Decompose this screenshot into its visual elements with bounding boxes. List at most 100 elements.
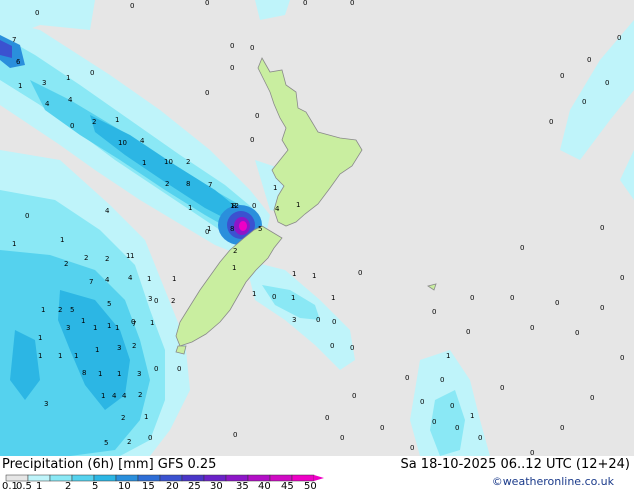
credit-link[interactable]: ©weatheronline.co.uk [492, 475, 614, 488]
precip-value: 1 [144, 413, 148, 421]
precip-value: 1 [41, 306, 45, 314]
precip-value: 1 [58, 352, 62, 360]
precip-value: 10 [164, 158, 173, 166]
precip-value: 8 [230, 225, 234, 233]
precip-value: 0 [230, 64, 234, 72]
precip-value: 1 [292, 270, 296, 278]
precip-value: 4 [128, 274, 133, 282]
precip-value: 8 [186, 180, 190, 188]
legend-label: 25 [188, 481, 201, 492]
legend-label: 40 [258, 481, 271, 492]
precip-value: 5 [70, 306, 74, 314]
precip-value: 0 [230, 42, 234, 50]
precip-value: 2 [105, 255, 109, 263]
precip-value: 0 [303, 0, 307, 7]
precip-value: 0 [410, 444, 414, 452]
precip-value: 0 [560, 424, 564, 432]
precip-value: 0 [205, 228, 209, 236]
precip-value: 2 [186, 158, 190, 166]
precip-value: 1 [60, 236, 64, 244]
precip-value: 2 [92, 118, 96, 126]
legend-label: 15 [142, 481, 155, 492]
precip-value: 0 [590, 394, 594, 402]
precip-value: 6 [16, 58, 21, 66]
precip-value: 7 [132, 320, 136, 328]
precip-value: 0 [405, 374, 409, 382]
precip-value: 1 [150, 319, 154, 327]
precip-value: 0 [470, 294, 474, 302]
precip-value: 0 [350, 344, 354, 352]
precip-value: 0 [582, 98, 586, 106]
precip-value: 1 [81, 317, 85, 325]
precip-value: 3 [117, 344, 121, 352]
precip-value: 3 [66, 324, 70, 332]
precip-value: 0 [420, 398, 424, 406]
precip-value: 0 [352, 392, 356, 400]
legend-label: 0.5 [16, 481, 32, 492]
precip-value: 0 [549, 118, 553, 126]
precip-value: 1 [130, 252, 134, 260]
precip-value: 0 [587, 56, 591, 64]
map-title: Precipitation (6h) [mm] GFS 0.25 [2, 457, 217, 472]
precip-value: 4 [105, 276, 110, 284]
precip-value: 1 [188, 204, 192, 212]
precip-value: 1 [115, 324, 119, 332]
precip-value: 0 [350, 0, 354, 7]
precip-value: 1 [296, 201, 300, 209]
precip-value: 1 [312, 272, 316, 280]
precip-value: 10 [118, 139, 127, 147]
precip-value: 2 [58, 306, 62, 314]
precip-value: 7 [208, 181, 212, 189]
precip-value: 0 [205, 89, 209, 97]
precip-value: 0 [520, 244, 524, 252]
precip-value: 1 [291, 294, 295, 302]
precip-value: 0 [450, 402, 454, 410]
legend-swatch [71, 474, 95, 482]
precip-value: 0 [358, 269, 362, 277]
legend-label: 35 [236, 481, 249, 492]
precip-value: 0 [255, 112, 259, 120]
precip-value: 1 [252, 290, 256, 298]
precip-value: 1 [107, 322, 111, 330]
precip-value: 0 [620, 274, 624, 282]
precip-value: 0 [154, 365, 158, 373]
precip-value: 0 [148, 434, 152, 442]
precip-value: 1 [273, 184, 277, 192]
precip-value: 7 [12, 36, 16, 44]
precip-value: 2 [171, 297, 175, 305]
precip-value: 0 [340, 434, 344, 442]
precip-value: 1 [331, 294, 335, 302]
precip-value: 0 [605, 79, 609, 87]
precip-value: 0 [35, 9, 39, 17]
precip-value: 4 [45, 100, 50, 108]
precip-value: 0 [432, 308, 436, 316]
precip-value: 0 [316, 316, 320, 324]
precip-value: 0 [130, 2, 134, 10]
precip-value: 4 [68, 96, 73, 104]
precip-value: 1 [101, 392, 105, 400]
precip-value: 0 [600, 224, 604, 232]
precip-value: 1 [18, 82, 22, 90]
precip-value: 1 [470, 412, 474, 420]
precip-value: 2 [138, 391, 142, 399]
precip-value: 0 [500, 384, 504, 392]
precip-value: 0 [432, 418, 436, 426]
precip-value: 4 [140, 137, 145, 145]
precip-value: 1 [38, 352, 42, 360]
precip-value: 0 [617, 34, 621, 42]
precip-value: 0 [575, 329, 579, 337]
precip-value: 4 [112, 392, 117, 400]
precip-value: 1 [98, 370, 102, 378]
legend-label: 2 [65, 481, 72, 492]
legend-label: 1 [36, 481, 43, 492]
precip-value: 5 [258, 225, 262, 233]
legend-label: 30 [210, 481, 223, 492]
legend-label: 20 [166, 481, 179, 492]
precip-value: 0 [510, 294, 514, 302]
precip-value: 7 [89, 278, 93, 286]
precip-value: 2 [121, 414, 125, 422]
precip-value: 4 [105, 207, 110, 215]
precip-value: 0 [380, 424, 384, 432]
precip-value: 0 [205, 0, 209, 7]
precip-value: 0 [177, 365, 181, 373]
